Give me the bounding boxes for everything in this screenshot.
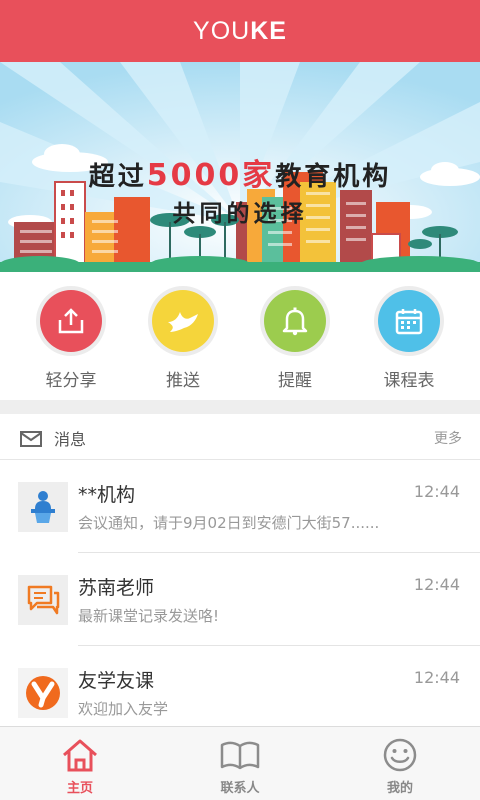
chat-bubbles-icon — [18, 575, 68, 625]
messages-title: 消息 — [54, 430, 87, 449]
action-remind[interactable]: 提醒 — [245, 290, 345, 391]
message-sender: 苏南老师 — [78, 577, 155, 599]
action-schedule[interactable]: 课程表 — [359, 290, 459, 391]
podium-speaker-icon — [18, 482, 68, 532]
action-schedule-label: 课程表 — [383, 371, 435, 391]
app-title-part2: KE — [250, 16, 287, 45]
banner-headline-suffix: 教育机构 — [275, 162, 392, 192]
message-time: 12:44 — [413, 482, 460, 501]
banner-headline-prefix: 超过 — [88, 162, 147, 192]
app-root: YOUKE 超过5000家教育机构 共同的选择 轻分享 推送 提醒 课程表 消息… — [0, 0, 480, 800]
message-row[interactable]: **机构 12:44 会议通知，请于9月02日到安德门大街57...... — [0, 460, 480, 553]
quick-actions: 轻分享 推送 提醒 课程表 — [0, 272, 480, 400]
app-title-part1: YOU — [193, 16, 251, 45]
top-bar: YOUKE — [0, 0, 480, 62]
nav-mine-label: 我的 — [386, 781, 413, 796]
message-time: 12:44 — [413, 668, 460, 687]
nav-mine[interactable]: 我的 — [320, 727, 480, 800]
action-remind-label: 提醒 — [278, 371, 312, 391]
app-title: YOUKE — [193, 17, 287, 46]
messages-header: 消息 更多 — [0, 414, 480, 460]
message-sender: **机构 — [78, 484, 136, 506]
youke-logo-icon — [18, 668, 68, 718]
banner-headline: 超过5000家教育机构 — [0, 150, 480, 194]
mail-icon — [20, 431, 42, 447]
action-share[interactable]: 轻分享 — [21, 290, 121, 391]
calendar-icon — [378, 290, 440, 352]
home-icon — [63, 739, 97, 772]
bell-icon — [264, 290, 326, 352]
more-link[interactable]: 更多 — [434, 428, 462, 448]
banner-headline-highlight: 5000家 — [146, 158, 276, 193]
message-preview: 会议通知，请于9月02日到安德门大街57...... — [78, 514, 380, 532]
message-preview: 最新课堂记录发送咯! — [78, 607, 220, 625]
nav-contacts-label: 联系人 — [220, 781, 260, 796]
message-row[interactable]: 苏南老师 12:44 最新课堂记录发送咯! — [0, 553, 480, 646]
nav-home[interactable]: 主页 — [0, 727, 160, 800]
action-push-label: 推送 — [166, 371, 200, 391]
share-upload-icon — [40, 290, 102, 352]
section-divider — [0, 400, 480, 414]
bottom-nav: 主页 联系人 我的 — [0, 726, 480, 800]
action-share-label: 轻分享 — [45, 371, 97, 391]
smiley-icon — [383, 738, 417, 772]
banner-subheadline: 共同的选择 — [172, 201, 308, 227]
message-preview: 欢迎加入友学 — [78, 700, 169, 718]
message-sender: 友学友课 — [78, 670, 155, 692]
message-time: 12:44 — [413, 575, 460, 594]
nav-home-label: 主页 — [66, 781, 93, 796]
action-push[interactable]: 推送 — [133, 290, 233, 391]
bird-icon — [152, 290, 214, 352]
nav-contacts[interactable]: 联系人 — [160, 727, 320, 800]
promo-banner[interactable]: 超过5000家教育机构 共同的选择 — [0, 62, 480, 272]
book-icon — [220, 741, 260, 770]
